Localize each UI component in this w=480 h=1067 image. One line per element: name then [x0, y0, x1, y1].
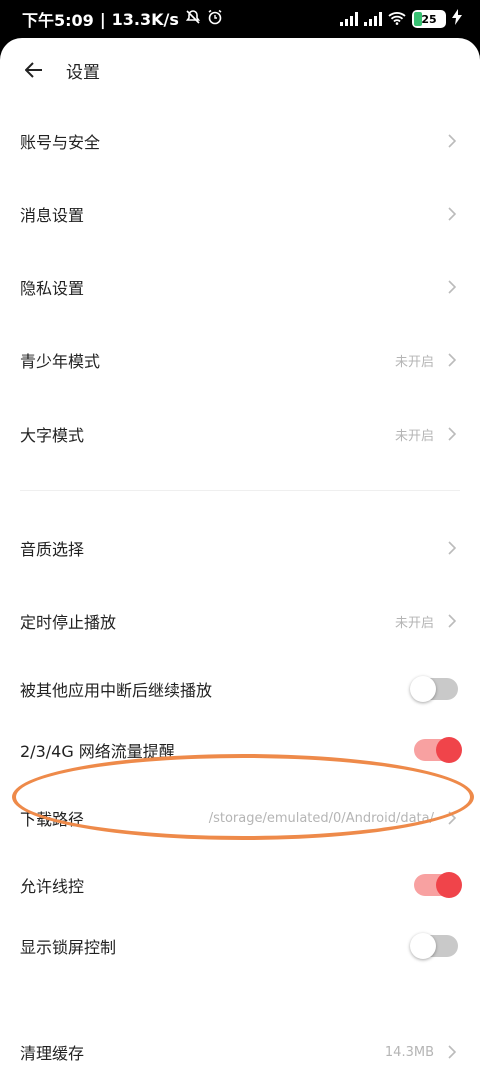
settings-item-sleep-timer[interactable]: 定时停止播放 未开启	[0, 585, 480, 657]
settings-item-download-path[interactable]: 下载路径 /storage/emulated/0/Android/data/	[0, 786, 480, 850]
settings-item-message[interactable]: 消息设置	[0, 178, 480, 250]
chevron-right-icon	[448, 614, 458, 628]
settings-item-value: 未开启	[394, 428, 434, 444]
lockscreen-control-toggle[interactable]	[410, 933, 458, 959]
wire-control-toggle[interactable]	[414, 872, 462, 898]
wifi-icon	[388, 10, 406, 29]
settings-item-label: 音质选择	[20, 540, 85, 559]
settings-item-label: 清理缓存	[20, 1044, 85, 1063]
settings-item-label: 大字模式	[20, 426, 85, 445]
status-bar: 下午5:09 | 13.3K/s 25	[0, 0, 480, 38]
settings-item-label: 青少年模式	[20, 352, 101, 371]
page-header: 设置	[0, 38, 480, 102]
chevron-right-icon	[448, 541, 458, 555]
page-title: 设置	[66, 62, 100, 83]
settings-item-data-usage-alert: 2/3/4G 网络流量提醒	[0, 720, 480, 780]
settings-item-value: 未开启	[394, 615, 434, 631]
signal-icon	[364, 12, 382, 26]
settings-item-lockscreen-control: 显示锁屏控制	[0, 916, 480, 976]
chevron-right-icon	[448, 280, 458, 294]
data-usage-alert-toggle[interactable]	[414, 737, 462, 763]
clock: 下午5:09	[22, 11, 94, 30]
settings-item-label: 定时停止播放	[20, 613, 117, 632]
battery-icon: 25	[412, 10, 446, 28]
alarm-icon	[207, 9, 223, 29]
chevron-right-icon	[448, 811, 458, 825]
charging-icon	[452, 9, 462, 29]
network-speed: 13.3K/s	[111, 9, 179, 29]
back-arrow-icon	[25, 62, 42, 78]
chevron-right-icon	[448, 353, 458, 367]
settings-item-label: 隐私设置	[20, 279, 85, 298]
resume-playback-toggle[interactable]	[410, 676, 458, 702]
settings-item-teen-mode[interactable]: 青少年模式 未开启	[0, 324, 480, 396]
signal-icon	[340, 12, 358, 26]
download-path-value: /storage/emulated/0/Android/data/	[208, 810, 434, 826]
mute-icon	[185, 9, 201, 29]
settings-item-large-font[interactable]: 大字模式 未开启	[0, 398, 480, 470]
settings-item-label: 消息设置	[20, 206, 85, 225]
settings-item-label: 2/3/4G 网络流量提醒	[20, 742, 175, 761]
settings-item-clear-cache[interactable]: 清理缓存 14.3MB	[0, 1020, 480, 1067]
chevron-right-icon	[448, 1045, 458, 1059]
back-button[interactable]	[22, 58, 46, 82]
settings-item-label: 显示锁屏控制	[20, 938, 117, 957]
settings-item-label: 账号与安全	[20, 133, 101, 152]
status-separator: |	[99, 9, 106, 29]
settings-item-audio-quality[interactable]: 音质选择	[0, 512, 480, 584]
settings-item-value: 未开启	[394, 354, 434, 370]
settings-item-label: 被其他应用中断后继续播放	[20, 681, 213, 700]
cache-size-value: 14.3MB	[384, 1044, 434, 1060]
chevron-right-icon	[448, 427, 458, 441]
settings-item-privacy[interactable]: 隐私设置	[0, 251, 480, 323]
settings-item-wire-control: 允许线控	[0, 854, 480, 916]
settings-item-label: 下载路径	[20, 810, 85, 829]
settings-item-account-security[interactable]: 账号与安全	[0, 105, 480, 177]
chevron-right-icon	[448, 207, 458, 221]
chevron-right-icon	[448, 134, 458, 148]
settings-item-resume-after-interrupt: 被其他应用中断后继续播放	[0, 658, 480, 720]
settings-page: 设置 账号与安全 消息设置 隐私设置 青少年模式 未开启 大字模式 未开启 音质…	[0, 38, 480, 1067]
battery-level: 25	[421, 12, 437, 26]
section-divider	[20, 490, 460, 491]
settings-item-label: 允许线控	[20, 877, 85, 896]
